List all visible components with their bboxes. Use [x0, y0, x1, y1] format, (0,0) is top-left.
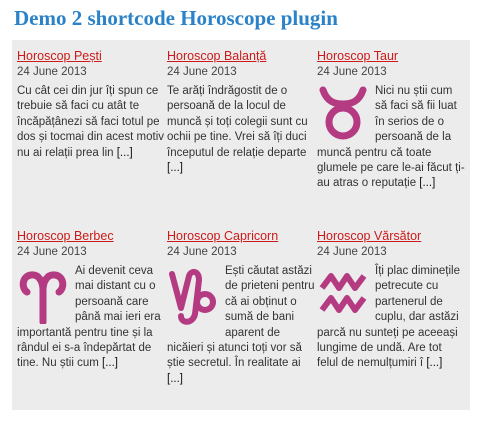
page-title: Demo 2 shortcode Horoscope plugin — [14, 6, 338, 30]
card-title-link[interactable]: Horoscop Pești — [17, 49, 165, 64]
card-excerpt: Ești căutat astăzi de prieteni pentru că… — [167, 264, 315, 387]
horoscope-card-pesti: Horoscop Pești 24 June 2013 Cu cât cei d… — [17, 49, 165, 161]
read-more-link[interactable]: [...] — [117, 147, 133, 159]
card-excerpt-text: Cu cât cei din jur îți spun ce trebuie s… — [17, 85, 165, 159]
card-title-link[interactable]: Horoscop Capricorn — [167, 229, 315, 244]
card-excerpt: Nici nu știi cum să faci să fii luat în … — [317, 84, 465, 192]
horoscope-card-taur: Horoscop Taur 24 June 2013 Nici nu știi … — [317, 49, 465, 192]
card-title-link[interactable]: Horoscop Berbec — [17, 229, 165, 244]
card-date: 24 June 2013 — [17, 246, 87, 258]
card-date: 24 June 2013 — [17, 66, 87, 78]
card-date: 24 June 2013 — [317, 66, 387, 78]
card-title-link[interactable]: Horoscop Vărsător — [317, 229, 465, 244]
read-more-link[interactable]: [...] — [426, 357, 442, 369]
aquarius-icon — [319, 266, 367, 320]
horoscope-card-varsator: Horoscop Vărsător 24 June 2013 Îți plac … — [317, 229, 465, 372]
card-excerpt: Ai devenit ceva mai distant cu o persoan… — [17, 264, 165, 372]
aries-icon — [19, 266, 67, 324]
card-title-link[interactable]: Horoscop Balanță — [167, 49, 315, 64]
horoscope-grid: Horoscop Pești 24 June 2013 Cu cât cei d… — [12, 40, 470, 410]
read-more-link[interactable]: [...] — [167, 162, 183, 174]
card-excerpt: Îți plac diminețile petrecute cu partene… — [317, 264, 465, 372]
card-title-link[interactable]: Horoscop Taur — [317, 49, 465, 64]
horoscope-card-balanta: Horoscop Balanță 24 June 2013 Te arăți î… — [167, 49, 315, 176]
card-date: 24 June 2013 — [167, 246, 237, 258]
horoscope-card-berbec: Horoscop Berbec 24 June 2013 Ai devenit … — [17, 229, 165, 372]
read-more-link[interactable]: [...] — [419, 177, 435, 189]
capricorn-icon — [169, 266, 217, 328]
horoscope-card-capricorn: Horoscop Capricorn 24 June 2013 Ești cău… — [167, 229, 315, 387]
read-more-link[interactable]: [...] — [102, 357, 118, 369]
card-excerpt-text: Te arăți îndrăgostit de o persoană de la… — [167, 85, 308, 159]
read-more-link[interactable]: [...] — [167, 373, 183, 385]
card-excerpt: Cu cât cei din jur îți spun ce trebuie s… — [17, 84, 165, 161]
card-date: 24 June 2013 — [317, 246, 387, 258]
taurus-icon — [319, 86, 367, 144]
card-excerpt: Te arăți îndrăgostit de o persoană de la… — [167, 84, 315, 176]
card-date: 24 June 2013 — [167, 66, 237, 78]
